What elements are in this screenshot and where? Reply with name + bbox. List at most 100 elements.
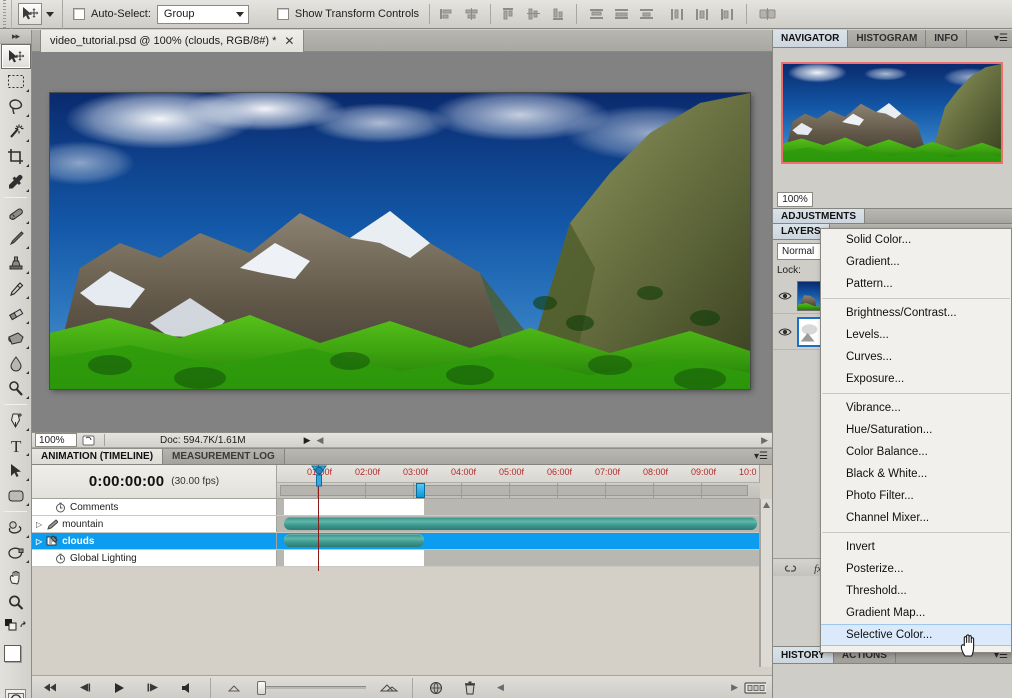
- timeline-view-icon[interactable]: [744, 677, 766, 698]
- timeline-row-track[interactable]: [277, 499, 759, 515]
- work-area-bar[interactable]: [280, 485, 748, 496]
- timeline-row-track[interactable]: [277, 533, 759, 549]
- document-image[interactable]: [50, 93, 750, 389]
- menu-item-curves[interactable]: Curves...: [821, 346, 1011, 368]
- menu-item-black-and-white[interactable]: Black & White...: [821, 463, 1011, 485]
- close-icon[interactable]: ✕: [284, 35, 294, 47]
- gradient-tool[interactable]: [1, 326, 31, 351]
- edit-toolbar-button[interactable]: [1, 615, 31, 635]
- panel-menu-icon[interactable]: ▾☰: [994, 33, 1008, 44]
- select-next-frame-button[interactable]: [142, 677, 164, 698]
- rectangular-marquee-tool[interactable]: [1, 69, 31, 94]
- menu-item-photo-filter[interactable]: Photo Filter...: [821, 485, 1011, 507]
- menu-item-pattern[interactable]: Pattern...: [821, 273, 1011, 295]
- timeline-row[interactable]: ▷ mountain: [32, 516, 759, 533]
- distribute-vertical-centers-icon[interactable]: [610, 3, 632, 25]
- auto-select-dropdown[interactable]: Group: [156, 4, 249, 24]
- navigator-thumbnail[interactable]: [781, 62, 1003, 164]
- menu-item-brightness-contrast[interactable]: Brightness/Contrast...: [821, 302, 1011, 324]
- timeline-row-label[interactable]: ▷ mountain: [32, 516, 277, 532]
- menu-item-solid-color[interactable]: Solid Color...: [821, 229, 1011, 251]
- menu-item-color-balance[interactable]: Color Balance...: [821, 441, 1011, 463]
- align-left-edges-icon[interactable]: [436, 3, 458, 25]
- layer-duration-bar[interactable]: [284, 534, 424, 547]
- distribute-left-edges-icon[interactable]: [666, 3, 688, 25]
- timeline-row-track[interactable]: [277, 516, 759, 532]
- menu-item-posterize[interactable]: Posterize...: [821, 558, 1011, 580]
- document-tab[interactable]: video_tutorial.psd @ 100% (clouds, RGB/8…: [40, 30, 305, 52]
- audio-playback-button[interactable]: [176, 677, 198, 698]
- timeline-row[interactable]: ▷ clouds: [32, 533, 759, 550]
- crop-tool[interactable]: [1, 144, 31, 169]
- blur-tool[interactable]: [1, 351, 31, 376]
- menu-item-vibrance[interactable]: Vibrance...: [821, 397, 1011, 419]
- auto-align-layers-icon[interactable]: [757, 3, 779, 25]
- 3d-rotate-tool[interactable]: [1, 515, 31, 540]
- align-horizontal-centers-icon[interactable]: [461, 3, 483, 25]
- dodge-tool[interactable]: [1, 376, 31, 401]
- move-tool[interactable]: [1, 44, 31, 69]
- path-selection-tool[interactable]: [1, 458, 31, 483]
- magic-wand-tool[interactable]: [1, 119, 31, 144]
- tool-preset-chevron-icon[interactable]: [46, 11, 54, 17]
- expand-triangle-icon[interactable]: ▷: [36, 520, 42, 529]
- zoom-tool[interactable]: [1, 590, 31, 615]
- pen-tool[interactable]: [1, 408, 31, 433]
- quick-mask-mode-icon[interactable]: [5, 689, 26, 698]
- navigator-zoom-input[interactable]: 100%: [777, 191, 813, 207]
- timeline-scroll-left-icon[interactable]: ◀: [497, 682, 504, 693]
- menu-item-invert[interactable]: Invert: [821, 536, 1011, 558]
- menu-item-exposure[interactable]: Exposure...: [821, 368, 1011, 390]
- color-swatches[interactable]: [0, 639, 31, 685]
- menu-item-channel-mixer[interactable]: Channel Mixer...: [821, 507, 1011, 529]
- history-brush-tool[interactable]: [1, 276, 31, 301]
- stopwatch-icon[interactable]: [54, 553, 66, 564]
- menu-item-selective-color[interactable]: Selective Color...: [821, 624, 1011, 646]
- tool-preset-picker[interactable]: [12, 0, 63, 29]
- eraser-tool[interactable]: [1, 301, 31, 326]
- menu-item-threshold[interactable]: Threshold...: [821, 580, 1011, 602]
- expand-triangle-icon[interactable]: ▷: [36, 537, 42, 546]
- tab-animation-timeline[interactable]: ANIMATION (TIMELINE): [32, 449, 164, 464]
- onion-skin-slider[interactable]: [257, 680, 366, 695]
- delete-keyframes-button[interactable]: [459, 677, 481, 698]
- timeline-work-area[interactable]: [277, 483, 760, 499]
- tab-histogram[interactable]: HISTOGRAM: [848, 30, 927, 47]
- new-adjustment-layer-menu[interactable]: Solid Color... Gradient... Pattern... Br…: [820, 228, 1012, 653]
- show-transform-controls-checkbox[interactable]: [276, 8, 289, 20]
- distribute-right-edges-icon[interactable]: [716, 3, 738, 25]
- canvas-area[interactable]: [32, 52, 772, 432]
- timeline-row-label[interactable]: ▷ clouds: [32, 533, 277, 549]
- align-bottom-edges-icon[interactable]: [548, 3, 570, 25]
- tab-measurement-log[interactable]: MEASUREMENT LOG: [163, 449, 285, 464]
- horizontal-type-tool[interactable]: T: [1, 433, 31, 458]
- timeline-vertical-scrollbar[interactable]: [760, 499, 772, 667]
- hand-tool[interactable]: [1, 565, 31, 590]
- eye-icon[interactable]: [776, 291, 794, 301]
- tab-adjustments[interactable]: ADJUSTMENTS: [773, 209, 866, 223]
- timeline-scroll-right-icon[interactable]: ▶: [731, 682, 738, 693]
- timeline-row-track[interactable]: [277, 550, 759, 566]
- timeline-row[interactable]: Global Lighting: [32, 550, 759, 567]
- tab-navigator[interactable]: NAVIGATOR: [773, 30, 849, 47]
- rounded-rectangle-tool[interactable]: [1, 483, 31, 508]
- distribute-top-edges-icon[interactable]: [585, 3, 607, 25]
- slider-track[interactable]: [266, 686, 366, 689]
- foreground-color-swatch[interactable]: [4, 645, 21, 662]
- status-scroll-right-icon[interactable]: ▶: [761, 435, 768, 446]
- clone-stamp-tool[interactable]: [1, 251, 31, 276]
- select-previous-frame-button[interactable]: [74, 677, 96, 698]
- timeline-row-label[interactable]: Comments: [32, 499, 277, 515]
- tab-info[interactable]: INFO: [926, 30, 968, 47]
- auto-select-checkbox[interactable]: [73, 8, 85, 20]
- align-top-edges-icon[interactable]: [498, 3, 520, 25]
- status-expand-arrow-icon[interactable]: ▶: [304, 435, 311, 446]
- spot-healing-brush-tool[interactable]: [1, 201, 31, 226]
- layer-duration-bar[interactable]: [284, 517, 757, 530]
- scroll-up-icon[interactable]: [761, 499, 772, 511]
- zoom-level-input[interactable]: 100%: [35, 433, 77, 447]
- menu-item-hue-saturation[interactable]: Hue/Saturation...: [821, 419, 1011, 441]
- slider-handle[interactable]: [257, 680, 266, 695]
- brush-tool[interactable]: [1, 226, 31, 251]
- status-scroll-left-icon[interactable]: ◀: [317, 435, 324, 446]
